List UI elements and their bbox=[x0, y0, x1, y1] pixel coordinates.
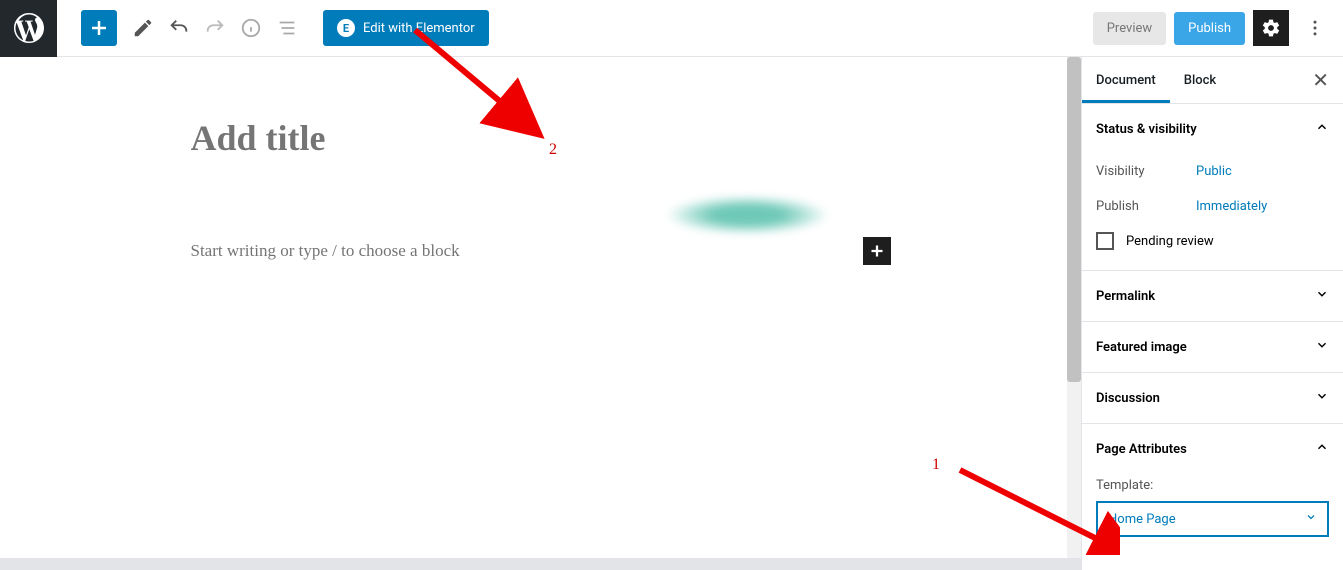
chevron-down-icon bbox=[1305, 511, 1317, 527]
settings-sidebar: Document Block ✕ Status & visibility Vis… bbox=[1081, 57, 1343, 570]
visibility-value[interactable]: Public bbox=[1196, 164, 1232, 179]
main-area: Document Block ✕ Status & visibility Vis… bbox=[0, 57, 1343, 570]
inline-add-block-button[interactable] bbox=[863, 237, 891, 265]
footer-shade bbox=[0, 558, 1081, 570]
tab-document[interactable]: Document bbox=[1082, 58, 1170, 103]
tab-block[interactable]: Block bbox=[1170, 58, 1230, 103]
more-options-button[interactable] bbox=[1297, 10, 1333, 46]
publish-value[interactable]: Immediately bbox=[1196, 199, 1267, 214]
panel-status: Status & visibility Visibility Public Pu… bbox=[1082, 104, 1343, 271]
template-label: Template: bbox=[1096, 474, 1329, 497]
editor-content bbox=[0, 57, 1081, 570]
preview-button[interactable]: Preview bbox=[1093, 12, 1166, 45]
template-select[interactable]: Home Page bbox=[1096, 501, 1329, 537]
add-block-button[interactable] bbox=[81, 10, 117, 46]
elementor-icon: E bbox=[337, 19, 355, 37]
title-input[interactable] bbox=[191, 117, 891, 159]
outline-icon[interactable] bbox=[269, 10, 305, 46]
settings-button[interactable] bbox=[1253, 10, 1289, 46]
publish-label: Publish bbox=[1096, 199, 1196, 214]
panel-attributes-header[interactable]: Page Attributes bbox=[1082, 424, 1343, 474]
publish-button[interactable]: Publish bbox=[1174, 12, 1245, 45]
edit-with-elementor-button[interactable]: E Edit with Elementor bbox=[323, 10, 489, 46]
annotation-number-1: 1 bbox=[932, 456, 940, 474]
wordpress-logo[interactable] bbox=[0, 0, 57, 57]
close-sidebar-icon[interactable]: ✕ bbox=[1298, 68, 1343, 92]
panel-discussion-header[interactable]: Discussion bbox=[1082, 373, 1343, 423]
panel-status-header[interactable]: Status & visibility bbox=[1082, 104, 1343, 154]
left-tools: E Edit with Elementor bbox=[81, 10, 489, 46]
chevron-down-icon bbox=[1315, 287, 1329, 305]
editor-toolbar: E Edit with Elementor Preview Publish bbox=[0, 0, 1343, 57]
panel-page-attributes: Page Attributes Template: Home Page bbox=[1082, 424, 1343, 543]
chevron-up-icon bbox=[1315, 120, 1329, 138]
body-input[interactable] bbox=[191, 241, 863, 261]
chevron-down-icon bbox=[1315, 389, 1329, 407]
panel-featured-image: Featured image bbox=[1082, 322, 1343, 373]
chevron-up-icon bbox=[1315, 440, 1329, 458]
panel-discussion: Discussion bbox=[1082, 373, 1343, 424]
pending-review-checkbox[interactable] bbox=[1096, 232, 1114, 250]
chevron-down-icon bbox=[1315, 338, 1329, 356]
panel-permalink: Permalink bbox=[1082, 271, 1343, 322]
info-icon[interactable] bbox=[233, 10, 269, 46]
sidebar-tabs: Document Block ✕ bbox=[1082, 57, 1343, 104]
visibility-label: Visibility bbox=[1096, 164, 1196, 179]
panel-permalink-header[interactable]: Permalink bbox=[1082, 271, 1343, 321]
redacted-blur bbox=[665, 195, 830, 235]
undo-icon[interactable] bbox=[161, 10, 197, 46]
scrollbar[interactable] bbox=[1067, 57, 1081, 570]
pending-review-label: Pending review bbox=[1126, 234, 1214, 249]
redo-icon[interactable] bbox=[197, 10, 233, 46]
annotation-number-2: 2 bbox=[549, 141, 557, 159]
edit-icon[interactable] bbox=[125, 10, 161, 46]
panel-featured-header[interactable]: Featured image bbox=[1082, 322, 1343, 372]
elementor-label: Edit with Elementor bbox=[363, 21, 475, 36]
right-tools: Preview Publish bbox=[1093, 10, 1333, 46]
